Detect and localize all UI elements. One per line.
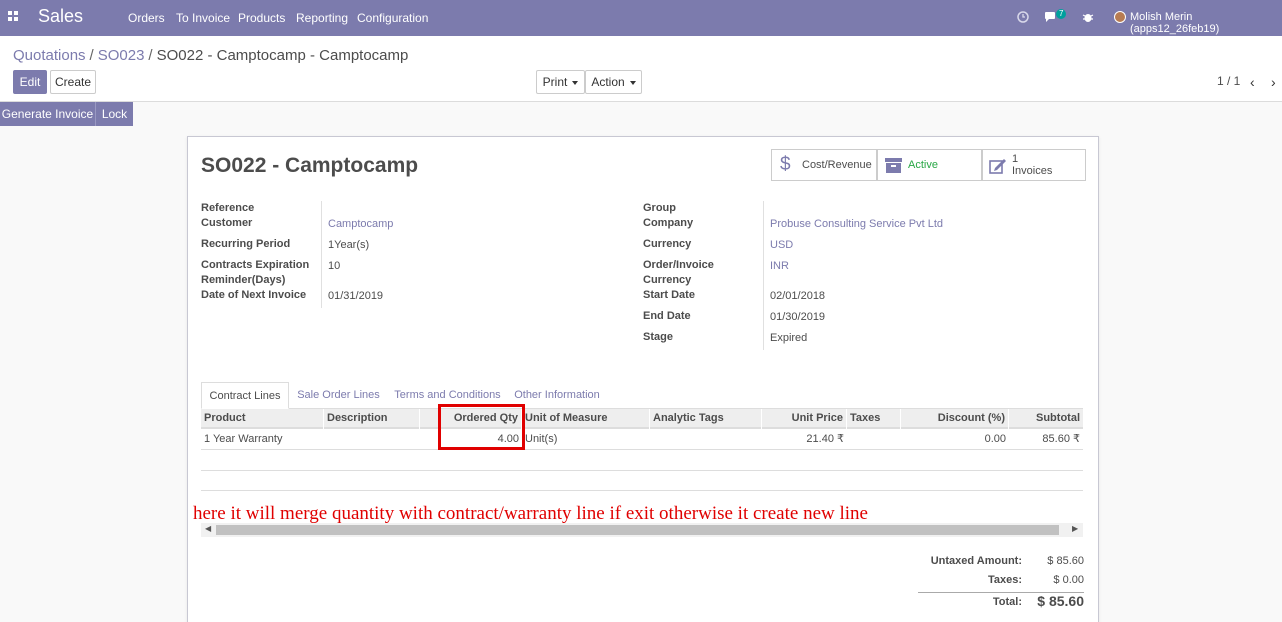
active-toggle-button[interactable]: Active: [877, 149, 982, 181]
scroll-left-icon[interactable]: ◀: [205, 524, 211, 533]
menu-products[interactable]: Products: [238, 11, 285, 25]
untaxed-amount-value: $ 85.60: [1047, 555, 1084, 567]
chat-count-badge: 7: [1056, 9, 1067, 19]
cell-subtotal: 85.60 ₹: [1042, 433, 1080, 445]
scroll-right-icon[interactable]: ▶: [1072, 524, 1078, 533]
reference-label: Reference: [201, 202, 255, 214]
customer-value[interactable]: Camptocamp: [328, 218, 393, 230]
tab-sale-order-lines[interactable]: Sale Order Lines: [291, 382, 386, 409]
breadcrumb-so023[interactable]: SO023: [98, 47, 145, 64]
invoices-button[interactable]: 1 Invoices: [982, 149, 1086, 181]
cost-revenue-button[interactable]: $ Cost/Revenue: [771, 149, 877, 181]
end-date-value: 01/30/2019: [770, 311, 826, 323]
horizontal-scrollbar[interactable]: ◀ ▶: [201, 523, 1083, 537]
breadcrumb-quotations[interactable]: Quotations: [13, 47, 86, 64]
form-sheet: SO022 - Camptocamp $ Cost/Revenue Active…: [187, 136, 1099, 622]
tab-contract-lines[interactable]: Contract Lines: [201, 382, 289, 409]
company-label: Company: [643, 217, 694, 229]
user-avatar[interactable]: [1114, 11, 1126, 23]
empty-row: [201, 451, 1083, 471]
edit-invoice-icon: [989, 159, 1006, 174]
print-dropdown[interactable]: Print: [536, 70, 585, 94]
edit-button[interactable]: Edit: [13, 70, 47, 94]
cell-unit-price: 21.40 ₹: [806, 433, 844, 445]
column-taxes[interactable]: Taxes: [847, 409, 901, 429]
column-analytic-tags[interactable]: Analytic Tags: [650, 409, 762, 429]
column-description[interactable]: Description: [324, 409, 420, 429]
pager-next-icon[interactable]: ›: [1271, 74, 1276, 90]
cell-analytic-tags: [650, 429, 762, 450]
pager-previous-icon[interactable]: ‹: [1250, 74, 1255, 90]
expiration-label-line2: Reminder(Days): [201, 274, 286, 286]
control-panel: Quotations / SO023/SO022 - Camptocamp - Ca…: [0, 36, 1282, 102]
top-navbar: Sales Orders To Invoice Products Reporti…: [0, 0, 1282, 36]
end-date-label: End Date: [643, 310, 691, 322]
app-title: Sales: [38, 6, 84, 26]
currency-label: Currency: [643, 238, 692, 250]
start-date-value: 02/01/2018: [770, 290, 826, 302]
column-unit-of-measure[interactable]: Unit of Measure: [522, 409, 650, 429]
recurring-period-value: 1Year(s): [328, 239, 370, 251]
breadcrumb: Quotations / SO023/SO022 - Camptocamp - Ca…: [13, 47, 409, 64]
field-divider: [763, 201, 764, 350]
column-subtotal[interactable]: Subtotal: [1009, 409, 1083, 429]
column-discount[interactable]: Discount (%): [901, 409, 1009, 429]
recurring-period-label: Recurring Period: [201, 238, 291, 250]
column-product[interactable]: Product: [201, 409, 324, 429]
annotation-note: here it will merge quantity with contrac…: [193, 503, 868, 524]
stage-value: Expired: [770, 332, 808, 344]
breadcrumb-current: SO022 - Camptocamp - Camptocamp: [156, 47, 409, 64]
lock-button[interactable]: Lock: [95, 102, 133, 126]
cell-description: [324, 429, 420, 450]
table-header: Product Description Ordered Qty Unit of …: [201, 409, 1083, 429]
empty-row: [201, 471, 1083, 491]
pager-value[interactable]: 1 / 1: [1217, 74, 1240, 88]
dollar-icon: $: [780, 154, 791, 175]
next-invoice-label: Date of Next Invoice: [201, 289, 307, 301]
currency-value[interactable]: USD: [770, 239, 793, 251]
highlight-box: [438, 404, 525, 450]
order-invoice-currency-value[interactable]: INR: [770, 260, 789, 272]
action-dropdown[interactable]: Action: [585, 70, 642, 94]
field-divider: [321, 201, 322, 308]
activity-clock-icon[interactable]: [1017, 11, 1029, 23]
table-row[interactable]: 1 Year Warranty 4.00 Unit(s) 21.40 ₹ 0.0…: [201, 429, 1083, 450]
notebook-tabs: Contract Lines Sale Order Lines Terms an…: [201, 382, 1083, 409]
archive-icon: [885, 158, 902, 173]
cell-taxes: [847, 429, 901, 450]
cell-discount: 0.00: [984, 433, 1006, 445]
cell-unit-of-measure: Unit(s): [525, 433, 558, 445]
generate-invoice-button[interactable]: Generate Invoice: [0, 102, 95, 126]
next-invoice-value: 01/31/2019: [328, 290, 384, 302]
menu-configuration[interactable]: Configuration: [357, 11, 428, 25]
total-label: Total:: [992, 596, 1022, 608]
menu-orders[interactable]: Orders: [128, 11, 165, 25]
order-invoice-currency-label: Order/Invoice: [643, 259, 714, 271]
record-title: SO022 - Camptocamp: [201, 154, 419, 177]
customer-label: Customer: [201, 217, 253, 229]
menu-to-invoice[interactable]: To Invoice: [176, 11, 230, 25]
company-value[interactable]: Probuse Consulting Service Pvt Ltd: [770, 218, 943, 230]
taxes-label: Taxes:: [987, 574, 1022, 586]
stage-label: Stage: [643, 331, 673, 343]
taxes-value: $ 0.00: [1053, 574, 1084, 586]
total-value: $ 85.60: [1037, 593, 1084, 609]
group-label: Group: [643, 202, 676, 214]
expiration-label: Contracts Expiration: [201, 259, 310, 271]
user-name[interactable]: Molish Merin (apps12_26feb19): [1130, 11, 1282, 35]
bug-icon[interactable]: [1082, 11, 1094, 23]
untaxed-amount-label: Untaxed Amount:: [930, 555, 1022, 567]
order-invoice-currency-label-line2: Currency: [643, 274, 692, 286]
column-unit-price[interactable]: Unit Price: [762, 409, 847, 429]
expiration-value: 10: [328, 260, 341, 272]
create-button[interactable]: Create: [50, 70, 96, 94]
cell-product: 1 Year Warranty: [204, 433, 283, 445]
menu-reporting[interactable]: Reporting: [296, 11, 348, 25]
scroll-thumb[interactable]: [216, 525, 1059, 535]
apps-grid-icon[interactable]: [8, 11, 20, 23]
start-date-label: Start Date: [643, 289, 695, 301]
